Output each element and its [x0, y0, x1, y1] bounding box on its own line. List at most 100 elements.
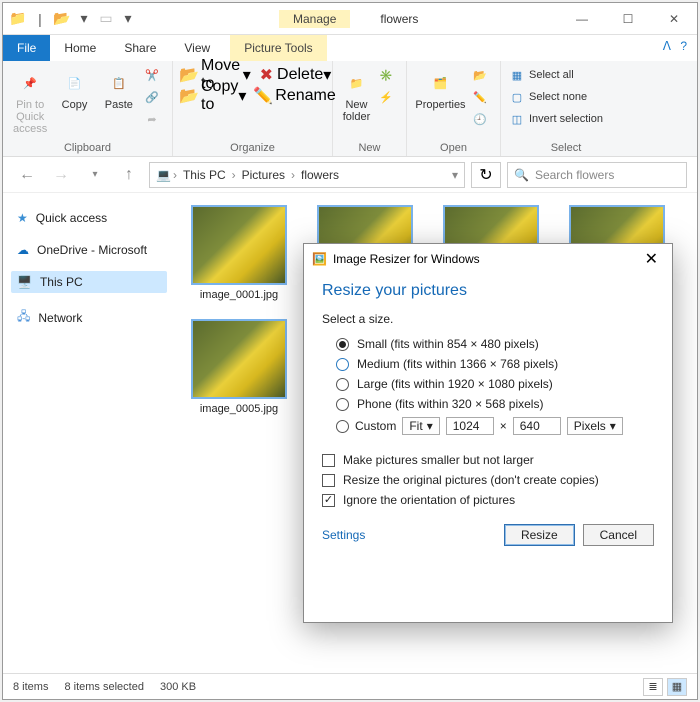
- radio-phone-label: Phone (fits within 320 × 568 pixels): [357, 397, 543, 411]
- nav-thispc-label: This PC: [40, 275, 83, 289]
- view-thumbnails-button[interactable]: ▦: [667, 678, 687, 696]
- tab-share[interactable]: Share: [110, 35, 170, 61]
- new-folder-icon: 📁: [343, 69, 371, 97]
- thumbnail-icon: [191, 205, 287, 285]
- refresh-button[interactable]: ↻: [471, 162, 501, 188]
- checkbox-ignore-orientation[interactable]: Ignore the orientation of pictures: [322, 490, 654, 510]
- titlebar: 📁 | 📂 ▾ ▭ ▾ Manage flowers — ☐ ✕: [3, 3, 697, 35]
- search-input[interactable]: 🔍 Search flowers: [507, 162, 687, 188]
- rename-icon: ✏️: [255, 88, 271, 104]
- crumb-thispc[interactable]: This PC: [179, 168, 230, 182]
- history-button[interactable]: 🕘: [472, 109, 492, 129]
- rename-label: Rename: [275, 87, 335, 105]
- forward-button[interactable]: →: [47, 161, 75, 189]
- nav-quick-access[interactable]: ★Quick access: [11, 207, 167, 229]
- chevron-right-icon[interactable]: ›: [289, 168, 297, 182]
- radio-custom[interactable]: Custom Fit▾ 1024 × 640 Pixels▾: [322, 414, 654, 438]
- view-details-button[interactable]: ≣: [643, 678, 663, 696]
- height-input[interactable]: 640: [513, 417, 561, 435]
- checkbox-smaller-only[interactable]: Make pictures smaller but not larger: [322, 450, 654, 470]
- radio-medium[interactable]: Medium (fits within 1366 × 768 pixels): [322, 354, 654, 374]
- paste-shortcut-button[interactable]: ➦: [144, 109, 164, 129]
- maximize-button[interactable]: ☐: [605, 3, 651, 35]
- invert-icon: ◫: [509, 111, 525, 127]
- search-placeholder: Search flowers: [535, 168, 614, 182]
- shortcut-icon: ➦: [144, 111, 160, 127]
- qat-overflow-icon[interactable]: ▾: [117, 8, 139, 30]
- easy-access-button[interactable]: ⚡: [378, 87, 398, 107]
- tab-file[interactable]: File: [3, 35, 50, 61]
- checkbox-icon: [322, 494, 335, 507]
- qat-dropdown-icon[interactable]: ▾: [73, 8, 95, 30]
- chevron-down-icon: ▾: [427, 419, 433, 433]
- select-none-icon: ▢: [509, 89, 525, 105]
- minimize-button[interactable]: —: [559, 3, 605, 35]
- cancel-button[interactable]: Cancel: [583, 524, 654, 546]
- ribbon: 📌 Pin to Quick access 📄 Copy 📋 Paste ✂️ …: [3, 61, 697, 157]
- explorer-window: 📁 | 📂 ▾ ▭ ▾ Manage flowers — ☐ ✕ File Ho…: [3, 3, 697, 699]
- breadcrumb[interactable]: 💻 › This PC › Pictures › flowers ▾: [149, 162, 465, 188]
- new-folder-button[interactable]: 📁 New folder: [341, 65, 372, 123]
- nav-onedrive[interactable]: ☁ OneDrive - Microsoft: [11, 239, 167, 261]
- tab-home[interactable]: Home: [50, 35, 110, 61]
- qat-open-icon[interactable]: 📂: [51, 8, 73, 30]
- radio-large[interactable]: Large (fits within 1920 × 1080 pixels): [322, 374, 654, 394]
- address-dropdown-icon[interactable]: ▾: [452, 168, 458, 182]
- copy-to-button[interactable]: 📂Copy to ▾ ✏️Rename: [181, 86, 336, 106]
- nav-network[interactable]: 🖧Network: [11, 303, 167, 332]
- copy-button[interactable]: 📄 Copy: [55, 65, 93, 111]
- fit-select[interactable]: Fit▾: [402, 417, 439, 435]
- crumb-pictures[interactable]: Pictures: [238, 168, 289, 182]
- search-icon: 🔍: [514, 168, 529, 182]
- back-button[interactable]: ←: [13, 161, 41, 189]
- radio-custom-label: Custom: [355, 419, 396, 433]
- open-button[interactable]: 📂: [472, 65, 492, 85]
- nav-thispc[interactable]: 🖥️ This PC: [11, 271, 167, 293]
- ribbon-group-select: ▦Select all ▢Select none ◫Invert selecti…: [501, 61, 631, 156]
- cloud-icon: ☁: [17, 243, 29, 257]
- checkbox-resize-original[interactable]: Resize the original pictures (don't crea…: [322, 470, 654, 490]
- chk-smaller-label: Make pictures smaller but not larger: [343, 453, 534, 467]
- dialog-heading: Resize your pictures: [322, 282, 654, 300]
- unit-select[interactable]: Pixels▾: [567, 417, 623, 435]
- copy-path-button[interactable]: 🔗: [144, 87, 164, 107]
- file-item[interactable]: image_0001.jpg: [185, 205, 293, 301]
- dialog-titlebar: 🖼️ Image Resizer for Windows ✕: [304, 244, 672, 274]
- paste-button[interactable]: 📋 Paste: [100, 65, 138, 111]
- copy-label: Copy: [62, 99, 88, 111]
- dialog-close-button[interactable]: ✕: [639, 249, 664, 269]
- select-none-button[interactable]: ▢Select none: [509, 87, 603, 107]
- copyto-label: Copy to: [201, 78, 238, 114]
- pin-quick-access-button[interactable]: 📌 Pin to Quick access: [11, 65, 49, 135]
- tab-picture-tools[interactable]: Picture Tools: [230, 35, 326, 61]
- cut-button[interactable]: ✂️: [144, 65, 164, 85]
- radio-phone[interactable]: Phone (fits within 320 × 568 pixels): [322, 394, 654, 414]
- cut-icon: ✂️: [144, 67, 160, 83]
- ribbon-group-organize: 📂Move to ▾ ✖Delete ▾ 📂Copy to ▾ ✏️Rename…: [173, 61, 333, 156]
- monitor-icon: 🖥️: [17, 275, 32, 289]
- new-item-button[interactable]: ✳️: [378, 65, 398, 85]
- nav-onedrive-label: OneDrive - Microsoft: [37, 243, 147, 257]
- select-all-icon: ▦: [509, 67, 525, 83]
- copyto-icon: 📂: [181, 88, 197, 104]
- resize-button[interactable]: Resize: [504, 524, 575, 546]
- crumb-flowers[interactable]: flowers: [297, 168, 343, 182]
- recent-locations-button[interactable]: ▾: [81, 161, 109, 189]
- edit-button[interactable]: ✏️: [472, 87, 492, 107]
- width-input[interactable]: 1024: [446, 417, 494, 435]
- chevron-right-icon[interactable]: ›: [171, 168, 179, 182]
- close-button[interactable]: ✕: [651, 3, 697, 35]
- window-title: flowers: [380, 12, 418, 26]
- radio-small[interactable]: Small (fits within 854 × 480 pixels): [322, 334, 654, 354]
- ribbon-group-open: 🗂️ Properties 📂 ✏️ 🕘 Open: [407, 61, 501, 156]
- select-all-button[interactable]: ▦Select all: [509, 65, 603, 85]
- chevron-right-icon[interactable]: ›: [230, 168, 238, 182]
- ribbon-collapse-icon[interactable]: ᐱ ?: [653, 35, 697, 61]
- file-item[interactable]: image_0005.jpg: [185, 319, 293, 415]
- up-button[interactable]: ↑: [115, 161, 143, 189]
- properties-button[interactable]: 🗂️ Properties: [415, 65, 466, 111]
- thumbnail-icon: [191, 319, 287, 399]
- settings-link[interactable]: Settings: [322, 528, 365, 542]
- invert-selection-button[interactable]: ◫Invert selection: [509, 109, 603, 129]
- nav-network-label: Network: [38, 311, 82, 325]
